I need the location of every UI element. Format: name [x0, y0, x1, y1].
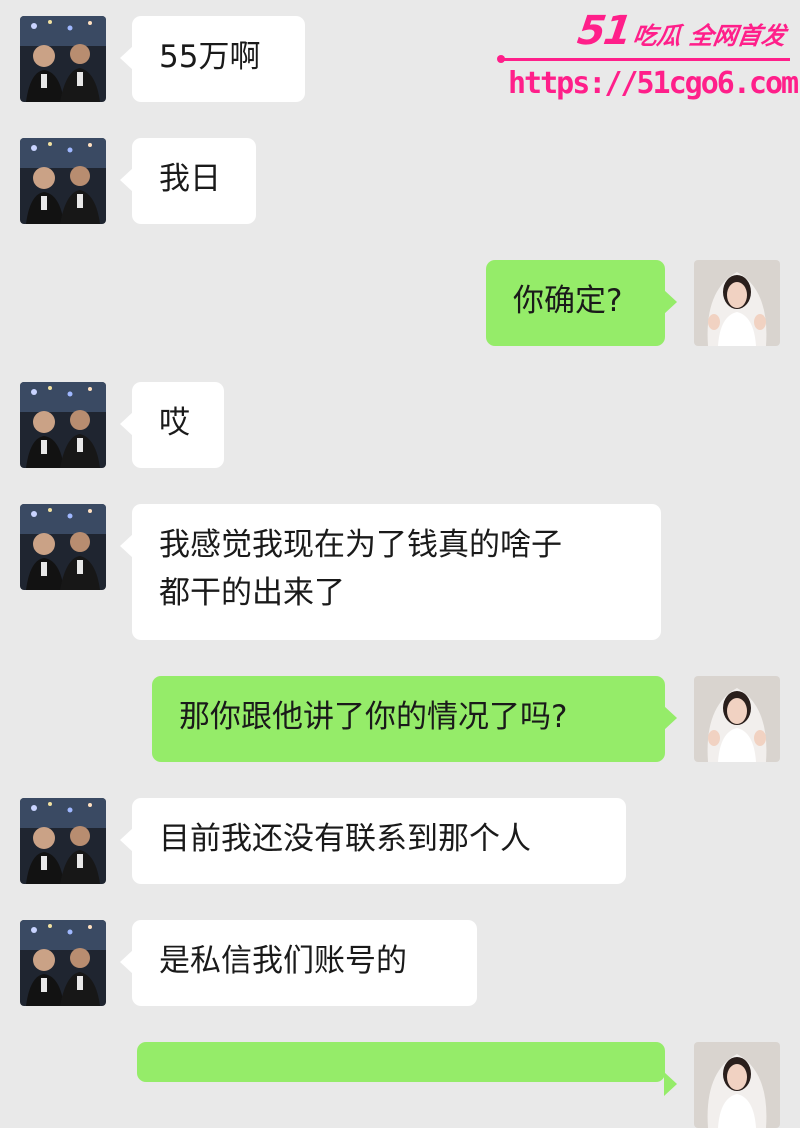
- message-text: 目前我还没有联系到那个人: [159, 821, 531, 857]
- message-bubble-incoming[interactable]: 55万啊: [120, 16, 305, 102]
- contact-avatar[interactable]: [20, 920, 106, 1006]
- message-bubble-incoming[interactable]: 目前我还没有联系到那个人: [120, 798, 626, 884]
- bride-photo-avatar-image: [694, 260, 780, 346]
- message-bubble-outgoing[interactable]: 那你跟他讲了你的情况了吗?: [152, 676, 677, 762]
- watermark-brand-number: 51: [574, 8, 633, 54]
- group-photo-avatar-image: [20, 920, 106, 1006]
- my-avatar[interactable]: [694, 260, 780, 346]
- group-photo-avatar-image: [20, 16, 106, 102]
- message-text: 哎: [159, 405, 190, 441]
- message-bubble-outgoing[interactable]: 你确定?: [486, 260, 677, 346]
- group-photo-avatar-image: [20, 798, 106, 884]
- bride-photo-avatar-image: [694, 676, 780, 762]
- message-bubble-incoming[interactable]: 我日: [120, 138, 256, 224]
- message-text: 那你跟他讲了你的情况了吗?: [179, 699, 568, 735]
- message-text-line: 都干的出来了: [159, 575, 345, 611]
- message-bubble-outgoing[interactable]: [137, 1042, 677, 1096]
- message-text: 是私信我们账号的: [159, 943, 407, 979]
- bride-photo-avatar-image: [694, 1042, 780, 1128]
- contact-avatar[interactable]: [20, 382, 106, 468]
- chat-message-list[interactable]: 55万啊 我日 你确定? 哎 我感觉我现在为了钱真的啥子 都干的出来了 那你跟他…: [0, 0, 800, 1128]
- my-avatar[interactable]: [694, 1042, 780, 1128]
- message-text-line: 我感觉我现在为了钱真的啥子: [159, 527, 562, 563]
- message-bubble-incoming[interactable]: 是私信我们账号的: [120, 920, 477, 1006]
- contact-avatar[interactable]: [20, 798, 106, 884]
- group-photo-avatar-image: [20, 382, 106, 468]
- group-photo-avatar-image: [20, 138, 106, 224]
- watermark-brand-text: 吃瓜 全网首发: [631, 22, 788, 50]
- message-text: 55万啊: [159, 39, 261, 75]
- contact-avatar[interactable]: [20, 504, 106, 590]
- message-bubble-incoming[interactable]: 我感觉我现在为了钱真的啥子 都干的出来了: [120, 504, 661, 640]
- watermark-brand: 51吃瓜 全网首发: [575, 8, 789, 54]
- message-text: 你确定?: [513, 283, 623, 319]
- watermark-url: https://51cgo6.com: [508, 66, 799, 101]
- my-avatar[interactable]: [694, 676, 780, 762]
- message-bubble-incoming[interactable]: 哎: [120, 382, 224, 468]
- watermark-divider: [497, 55, 790, 63]
- group-photo-avatar-image: [20, 504, 106, 590]
- message-text: 我日: [159, 161, 221, 197]
- contact-avatar[interactable]: [20, 138, 106, 224]
- contact-avatar[interactable]: [20, 16, 106, 102]
